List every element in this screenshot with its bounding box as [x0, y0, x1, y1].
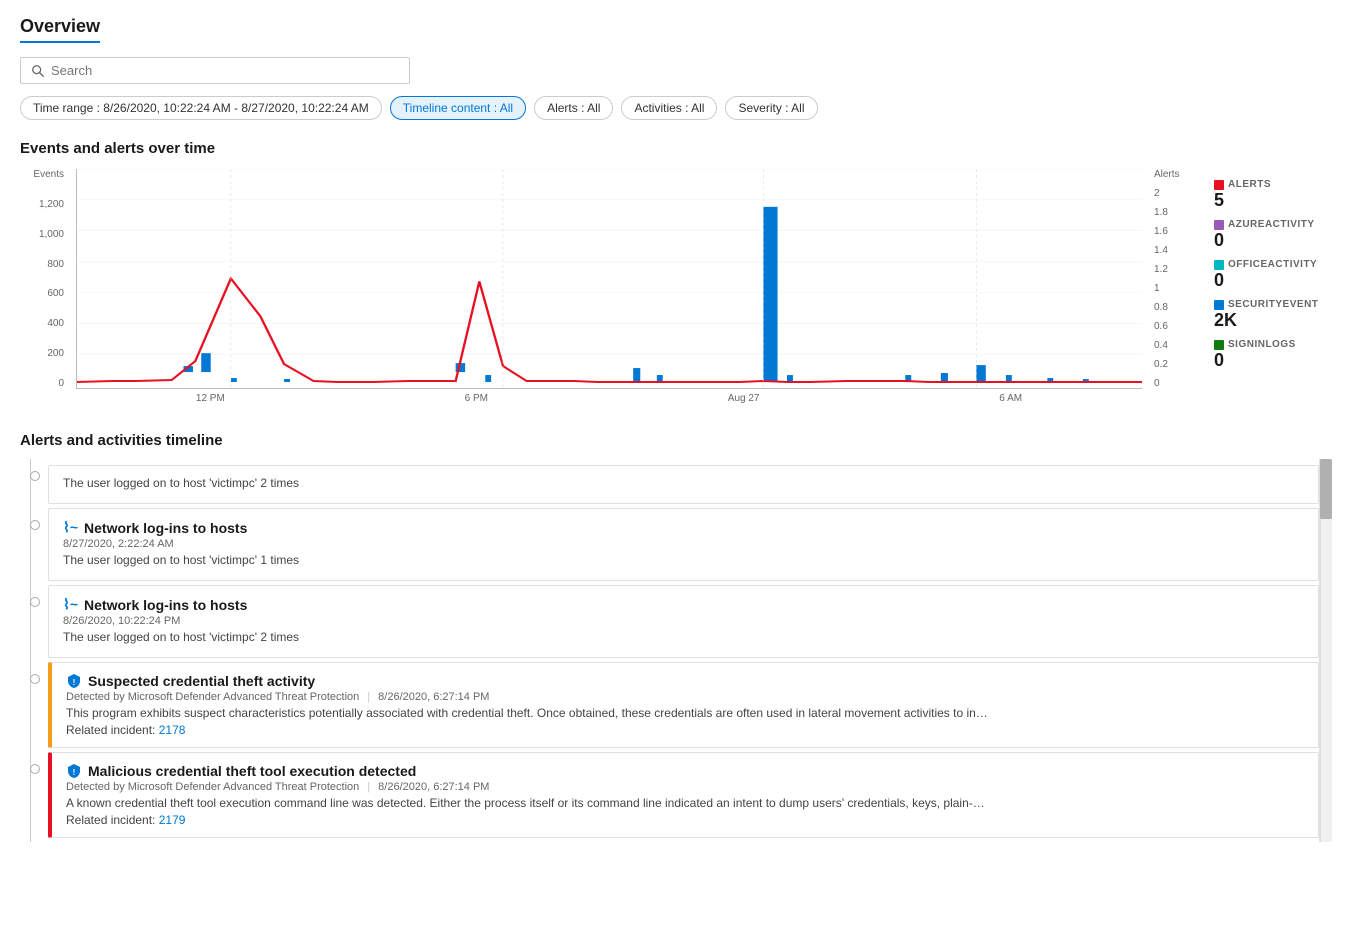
legend-dot-office	[1214, 260, 1224, 270]
card-related-3: Related incident: 2178	[66, 723, 1304, 737]
filter-chip-alerts[interactable]: Alerts : All	[534, 96, 613, 120]
chart-x-axis: 12 PM 6 PM Aug 27 6 AM	[76, 389, 1142, 404]
card-datetime-1: 8/27/2020, 2:22:24 AM	[63, 538, 174, 550]
scrollbar[interactable]	[1320, 459, 1332, 842]
card-desc-4: A known credential theft tool execution …	[66, 796, 1304, 810]
card-datetime-3: 8/26/2020, 6:27:14 PM	[378, 691, 489, 703]
card-source-4: Detected by Microsoft Defender Advanced …	[66, 781, 359, 793]
activity-icon: ⌇~	[63, 519, 78, 536]
search-icon	[31, 64, 45, 78]
card-related-4: Related incident: 2179	[66, 813, 1304, 827]
card-title-4: Malicious credential theft tool executio…	[88, 763, 416, 779]
timeline-dot	[30, 764, 40, 774]
list-item: ! Suspected credential theft activity De…	[48, 662, 1319, 748]
card-datetime-4: 8/26/2020, 6:27:14 PM	[378, 781, 489, 793]
card-title-1: Network log-ins to hosts	[84, 520, 247, 536]
card-desc-1: The user logged on to host 'victimpc' 1 …	[63, 553, 1304, 567]
card-title-2: Network log-ins to hosts	[84, 597, 247, 613]
legend-dot-alerts	[1214, 180, 1224, 190]
timeline-card-1[interactable]: ⌇~ Network log-ins to hosts 8/27/2020, 2…	[48, 508, 1319, 581]
timeline-vertical-line	[30, 459, 31, 842]
events-chart-svg	[76, 169, 1142, 389]
card-datetime-2: 8/26/2020, 10:22:24 PM	[63, 615, 180, 627]
chart-y-label-events: Events	[33, 169, 64, 180]
timeline-card-2[interactable]: ⌇~ Network log-ins to hosts 8/26/2020, 1…	[48, 585, 1319, 658]
shield-icon-orange: !	[66, 673, 82, 689]
related-link-4[interactable]: 2179	[159, 813, 186, 827]
filter-chip-activities[interactable]: Activities : All	[621, 96, 717, 120]
legend-azureactivity: AZUREACTIVITY 0	[1214, 219, 1320, 251]
card-desc-3: This program exhibits suspect characteri…	[66, 706, 1304, 720]
timeline-card-4[interactable]: ! Malicious credential theft tool execut…	[48, 752, 1319, 838]
legend-securityevent: SECURITYEVENT 2K	[1214, 299, 1320, 331]
list-item: ⌇~ Network log-ins to hosts 8/26/2020, 1…	[48, 585, 1319, 658]
timeline-section: Alerts and activities timeline The user …	[20, 432, 1332, 842]
chart-legend: ALERTS 5 AZUREACTIVITY 0 OFFICEACTIVITY	[1202, 169, 1332, 389]
timeline-dot	[30, 471, 40, 481]
legend-dot-security	[1214, 300, 1224, 310]
chart-y-label-alerts: Alerts	[1154, 169, 1180, 180]
related-link-3[interactable]: 2178	[159, 723, 186, 737]
timeline-card-3[interactable]: ! Suspected credential theft activity De…	[48, 662, 1319, 748]
svg-text:!: !	[73, 768, 76, 777]
shield-icon-red: !	[66, 763, 82, 779]
list-item: The user logged on to host 'victimpc' 2 …	[48, 459, 1319, 504]
timeline-dot	[30, 597, 40, 607]
filter-chip-severity[interactable]: Severity : All	[725, 96, 817, 120]
card-title-3: Suspected credential theft activity	[88, 673, 315, 689]
list-item: ! Malicious credential theft tool execut…	[48, 752, 1319, 838]
svg-text:!: !	[73, 678, 76, 687]
timeline-dot	[30, 674, 40, 684]
card-desc-2: The user logged on to host 'victimpc' 2 …	[63, 630, 1304, 644]
legend-officeactivity: OFFICEACTIVITY 0	[1214, 259, 1320, 291]
list-item: ⌇~ Network log-ins to hosts 8/27/2020, 2…	[48, 508, 1319, 581]
filter-chip-timeline-content[interactable]: Timeline content : All	[390, 96, 526, 120]
legend-alerts: ALERTS 5	[1214, 179, 1320, 211]
page-title: Overview	[20, 16, 100, 43]
chart-section: Events and alerts over time Events 1,200…	[20, 140, 1332, 404]
legend-dot-azure	[1214, 220, 1224, 230]
timeline-title: Alerts and activities timeline	[20, 432, 1332, 449]
timeline-dot	[30, 520, 40, 530]
timeline-card-partial[interactable]: The user logged on to host 'victimpc' 2 …	[48, 465, 1319, 504]
filter-bar: Time range : 8/26/2020, 10:22:24 AM - 8/…	[20, 96, 1332, 120]
legend-dot-signin	[1214, 340, 1224, 350]
search-input[interactable]	[51, 63, 399, 78]
legend-signinlogs: SIGNINLOGS 0	[1214, 339, 1320, 371]
filter-chip-time-range[interactable]: Time range : 8/26/2020, 10:22:24 AM - 8/…	[20, 96, 382, 120]
activity-icon-2: ⌇~	[63, 596, 78, 613]
scrollbar-thumb[interactable]	[1320, 459, 1332, 519]
search-box[interactable]	[20, 57, 410, 84]
chart-title: Events and alerts over time	[20, 140, 1332, 157]
card-source-3: Detected by Microsoft Defender Advanced …	[66, 691, 359, 703]
